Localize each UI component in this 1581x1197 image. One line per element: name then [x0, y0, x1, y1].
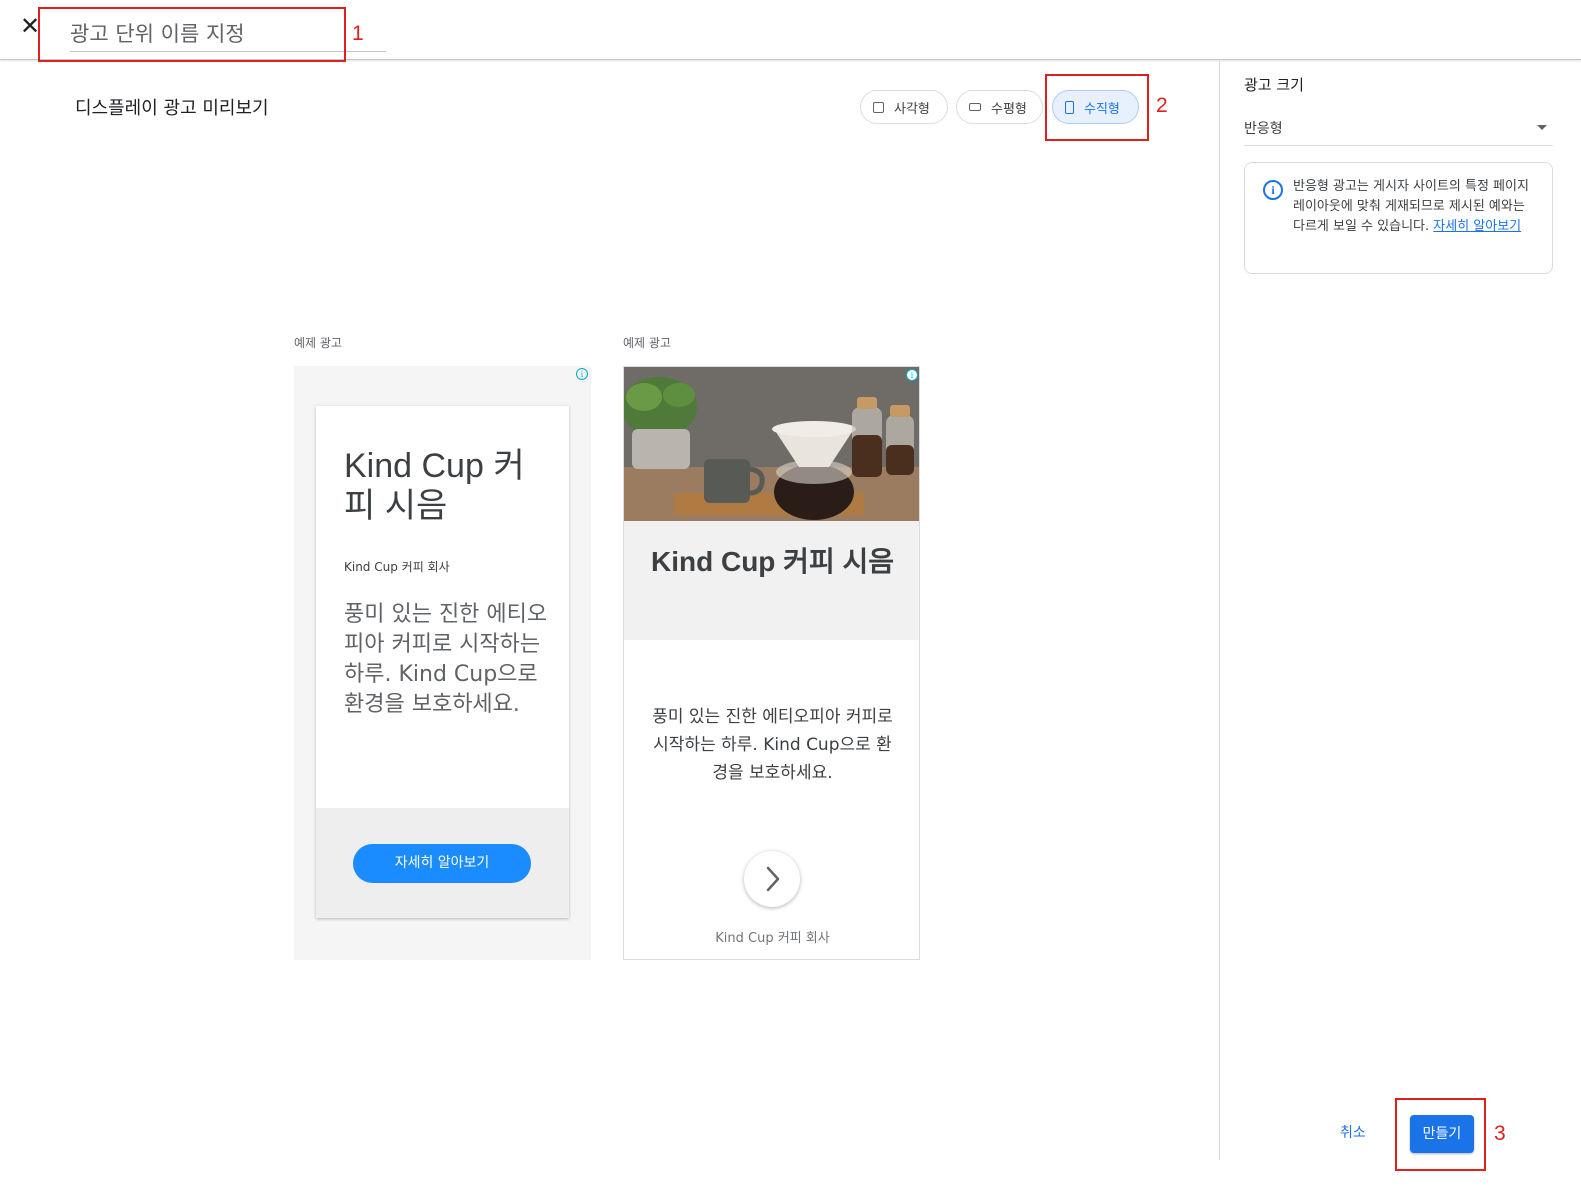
shape-chip-square[interactable]: 사각형 [860, 90, 948, 124]
ad-headline: Kind Cup 커피 시음 [344, 447, 525, 525]
annotation-box-2 [1045, 74, 1149, 141]
notice-text-block: 반응형 광고는 게시자 사이트의 특정 페이지 레이아웃에 맞춰 게재되므로 제… [1293, 177, 1539, 237]
annotation-box-3 [1395, 1098, 1486, 1171]
preview-title: 디스플레이 광고 미리보기 [75, 98, 269, 119]
ad-size-select[interactable]: 반응형 [1244, 112, 1553, 146]
learn-more-link[interactable]: 자세히 알아보기 [1433, 219, 1521, 234]
example-ad-label: 예제 광고 [623, 336, 671, 350]
annotation-number-1: 1 [352, 22, 364, 45]
ad-info-icon[interactable]: i [576, 368, 588, 380]
example-ad-text: i Kind Cup 커피 시음 Kind Cup 커피 회사 풍미 있는 진한… [294, 366, 591, 960]
coffee-photo [624, 367, 919, 521]
caret-down-icon [1537, 125, 1547, 130]
ad-headline-band: Kind Cup 커피 시음 [624, 521, 919, 640]
ad-brand: Kind Cup 커피 회사 [344, 560, 450, 574]
example-ad-image: i Kind Cup 커피 시음 풍미 있는 진한 에티오피아 커피로 시작하는… [623, 366, 920, 960]
ad-next-button[interactable] [744, 851, 800, 907]
annotation-number-3: 3 [1494, 1122, 1506, 1145]
square-icon [873, 101, 884, 113]
ad-description: 풍미 있는 진한 에티오피아 커피로 시작하는 하루. Kind Cup으로 환… [344, 602, 548, 717]
shape-chip-label: 수평형 [991, 101, 1027, 117]
ad-brand: Kind Cup 커피 회사 [715, 931, 830, 946]
ad-learn-more-button[interactable]: 자세히 알아보기 [353, 844, 531, 883]
sidebar-divider [1219, 60, 1220, 1160]
shape-chip-horizontal[interactable]: 수평형 [956, 90, 1043, 124]
annotation-number-2: 2 [1156, 94, 1168, 117]
ad-size-title: 광고 크기 [1244, 76, 1304, 94]
ad-card: Kind Cup 커피 시음 Kind Cup 커피 회사 풍미 있는 진한 에… [316, 406, 569, 918]
responsive-notice: i 반응형 광고는 게시자 사이트의 특정 페이지 레이아웃에 맞춰 게재되므로… [1244, 162, 1553, 274]
annotation-box-1 [38, 7, 346, 62]
example-ad-label: 예제 광고 [294, 336, 342, 350]
shape-chip-label: 사각형 [894, 101, 930, 117]
info-icon: i [1263, 180, 1283, 200]
cancel-button[interactable]: 취소 [1340, 1122, 1366, 1142]
coffee-photo-illustration [624, 367, 919, 521]
ad-cta-area: 자세히 알아보기 [316, 808, 569, 918]
horizontal-rect-icon [969, 103, 981, 111]
ad-info-icon[interactable]: i [906, 369, 918, 381]
ad-description: 풍미 있는 진한 에티오피아 커피로 시작하는 하루. Kind Cup으로 환… [652, 707, 893, 783]
ad-size-select-value: 반응형 [1244, 121, 1283, 137]
ad-headline: Kind Cup 커피 시음 [650, 546, 894, 577]
chevron-right-icon [766, 866, 780, 892]
